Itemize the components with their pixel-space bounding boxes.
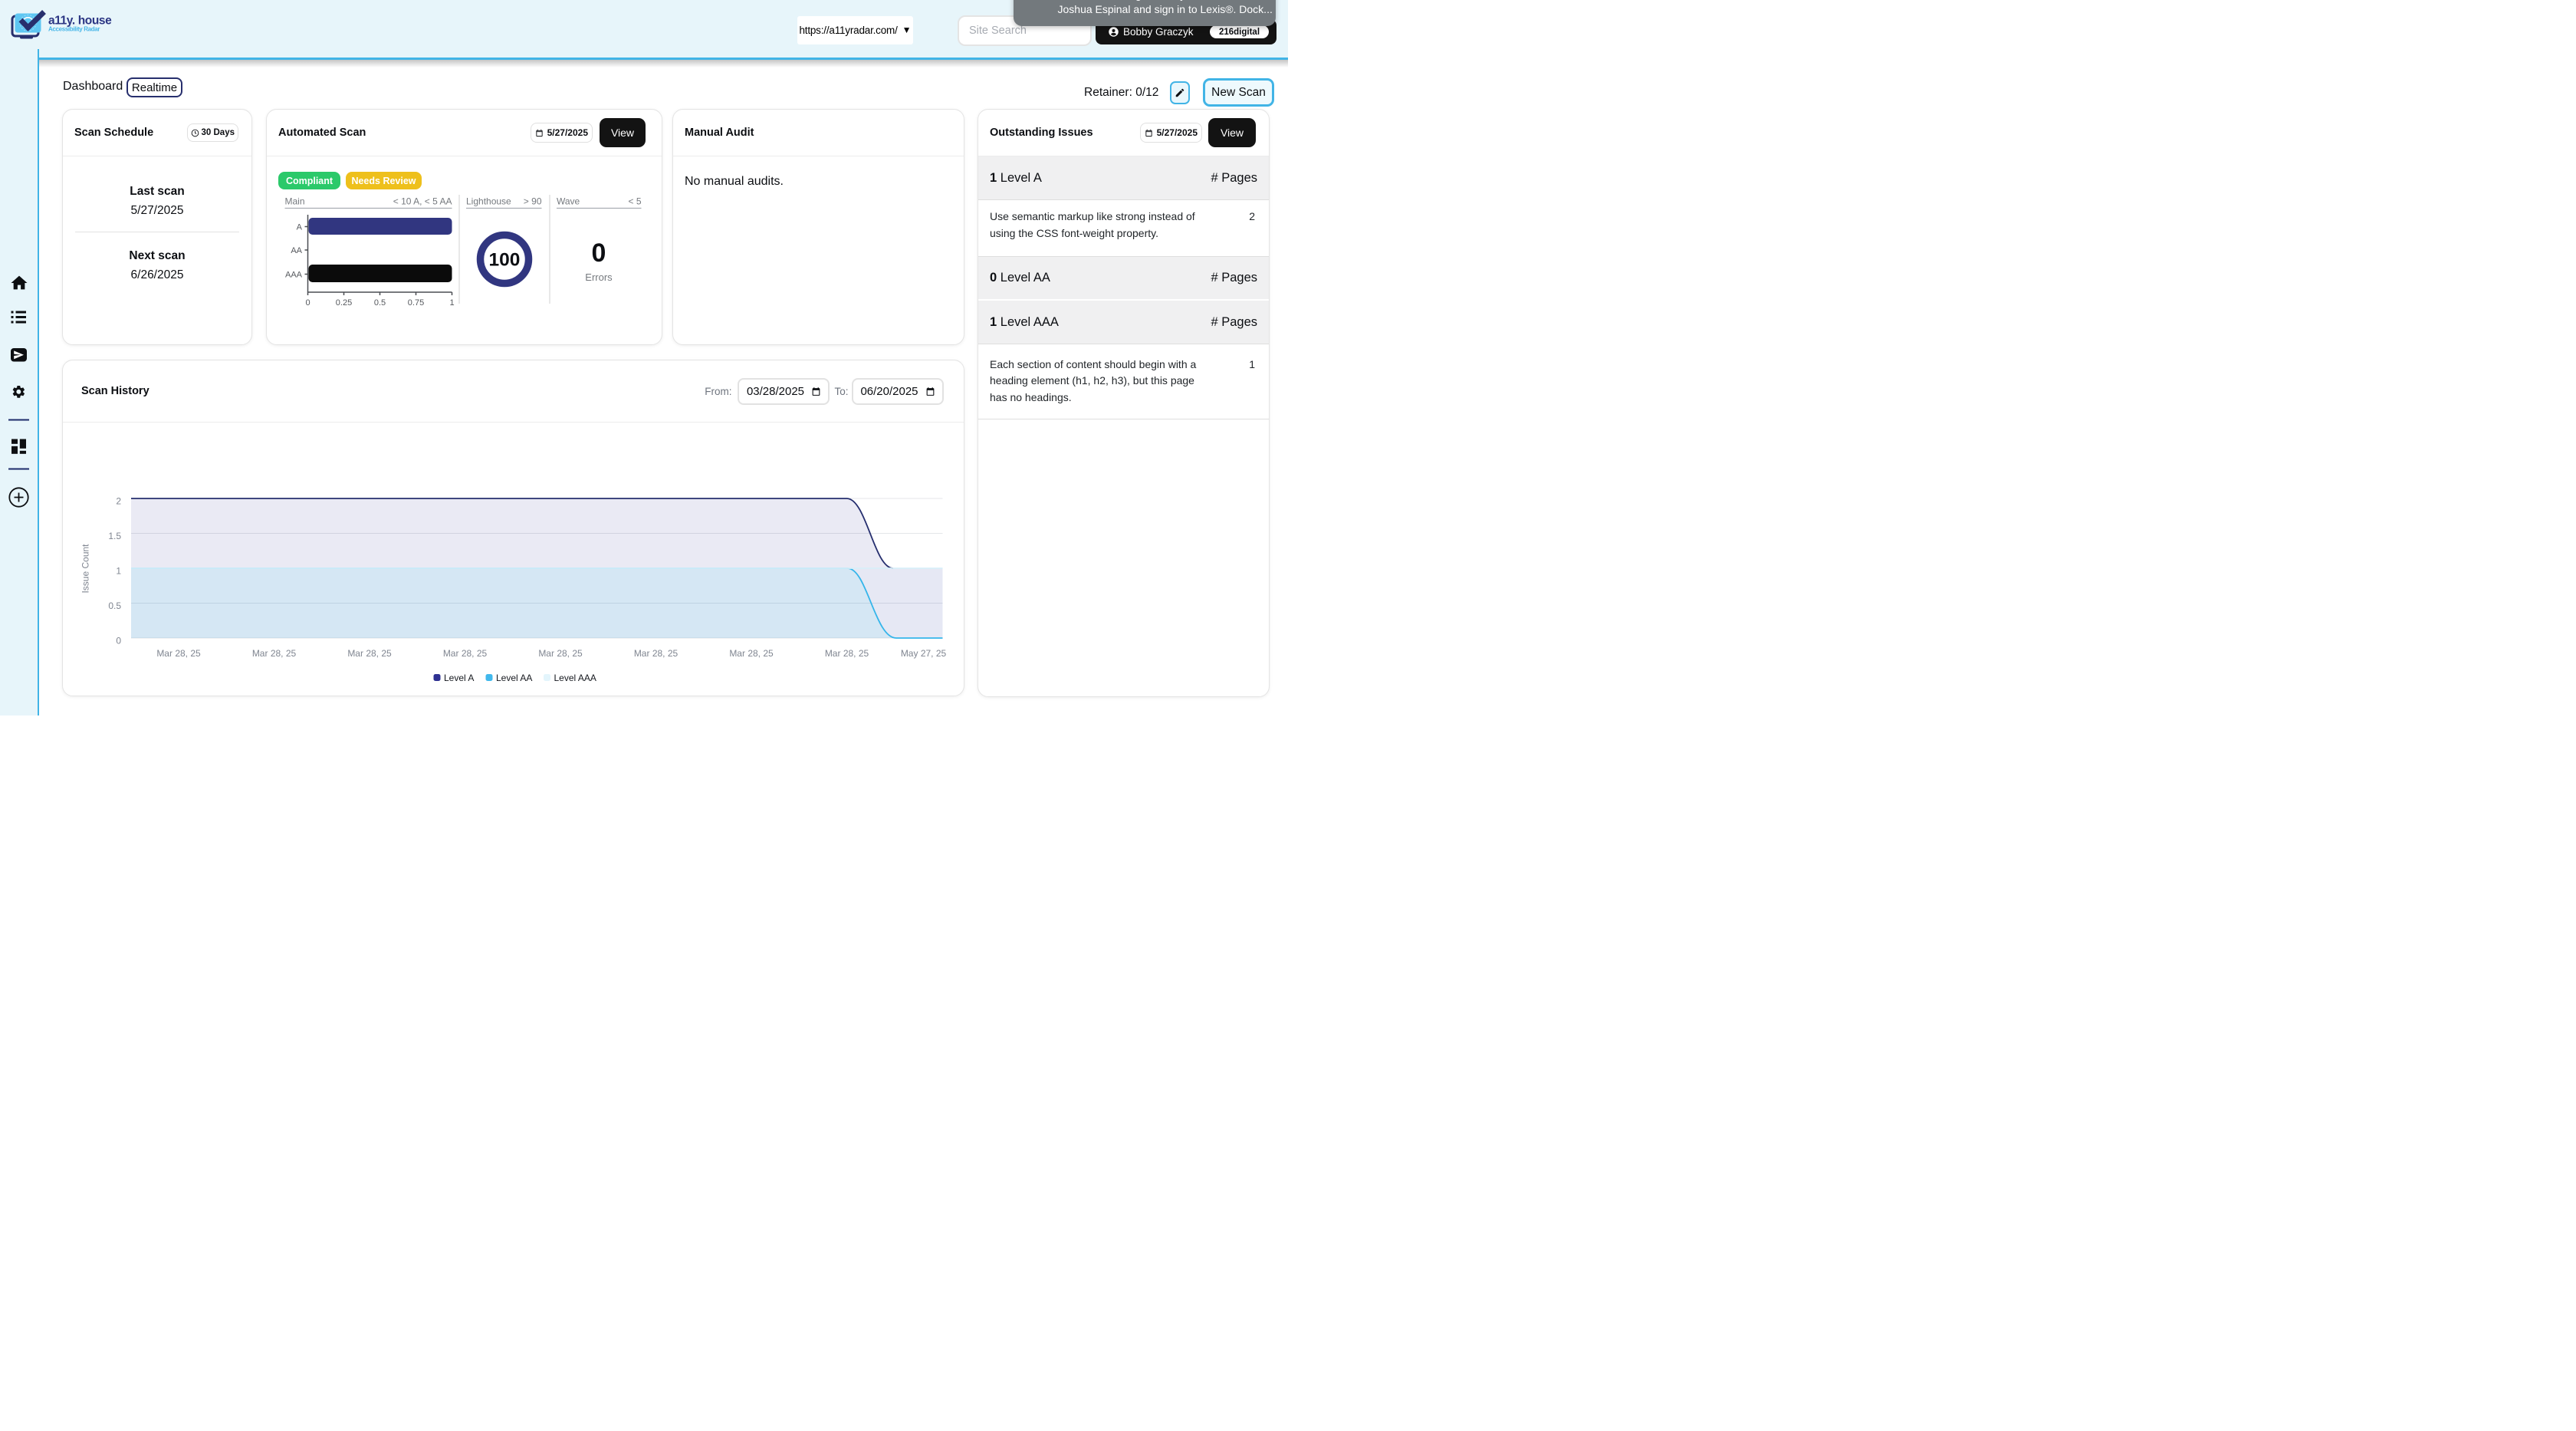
svg-text:0: 0 [592, 238, 606, 268]
svg-text:May 27, 25: May 27, 25 [901, 648, 947, 659]
svg-text:< 10 A, < 5 AA: < 10 A, < 5 AA [393, 196, 452, 207]
svg-text:0.75: 0.75 [408, 298, 424, 308]
svg-text:1.5: 1.5 [108, 531, 121, 541]
svg-text:0: 0 [116, 636, 121, 646]
svg-text:2: 2 [116, 496, 121, 507]
svg-text:0.25: 0.25 [336, 298, 352, 308]
svg-text:Mar 28, 25: Mar 28, 25 [825, 648, 869, 659]
svg-text:Mar 28, 25: Mar 28, 25 [538, 648, 583, 659]
svg-text:Mar 28, 25: Mar 28, 25 [729, 648, 774, 659]
svg-text:Main: Main [285, 196, 305, 207]
svg-text:Mar 28, 25: Mar 28, 25 [634, 648, 678, 659]
svg-text:Mar 28, 25: Mar 28, 25 [252, 648, 297, 659]
svg-text:Issue Count: Issue Count [80, 544, 91, 594]
svg-text:Level AA: Level AA [496, 673, 532, 683]
svg-text:Lighthouse: Lighthouse [466, 196, 511, 207]
svg-text:Mar 28, 25: Mar 28, 25 [443, 648, 488, 659]
svg-text:Mar 28, 25: Mar 28, 25 [156, 648, 201, 659]
svg-text:1: 1 [116, 566, 121, 577]
svg-text:0.5: 0.5 [108, 600, 121, 611]
svg-text:0.5: 0.5 [374, 298, 386, 308]
svg-text:1: 1 [449, 298, 454, 308]
svg-text:Wave: Wave [557, 196, 580, 207]
svg-text:100: 100 [489, 250, 521, 271]
svg-text:Accessibility Radar: Accessibility Radar [48, 25, 100, 32]
svg-text:Mar 28, 25: Mar 28, 25 [347, 648, 392, 659]
svg-text:Level AAA: Level AAA [554, 673, 596, 683]
svg-text:AAA: AAA [285, 271, 303, 280]
svg-text:> 90: > 90 [524, 196, 542, 207]
svg-text:A: A [297, 223, 303, 232]
svg-text:0: 0 [305, 298, 310, 308]
svg-text:Errors: Errors [585, 271, 613, 283]
svg-text:AA: AA [291, 246, 302, 255]
svg-text:Level A: Level A [444, 673, 474, 683]
svg-text:< 5: < 5 [628, 196, 641, 207]
